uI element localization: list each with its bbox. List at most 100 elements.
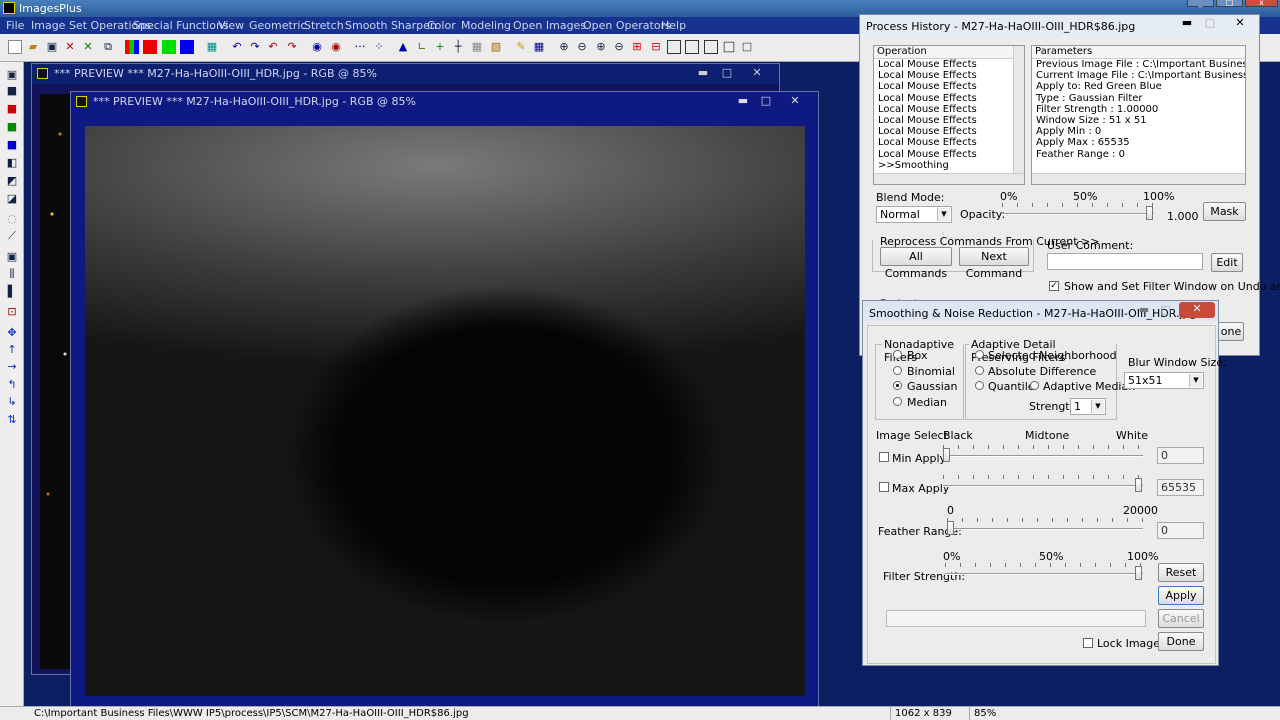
record-icon[interactable]: ◉ [310,40,324,54]
rgb-channels-icon[interactable] [125,40,139,54]
preview-back-close-button[interactable]: ✕ [748,66,766,80]
preview-back-maximize-button[interactable]: □ [718,66,736,80]
picture-icon[interactable]: ▨ [489,40,503,54]
flip-icon[interactable]: ⇅ [5,413,19,427]
zoom-out-icon[interactable]: ⊖ [575,40,589,54]
max-apply-slider[interactable] [943,475,1143,493]
menu-help[interactable]: Help [661,19,686,32]
mask-icon[interactable]: ◩ [5,174,19,188]
operation-item[interactable]: Local Mouse Effects [874,115,1024,126]
remove-box-icon[interactable]: ⊟ [649,40,663,54]
preview-back-minimize-button[interactable]: ▬ [694,66,712,80]
channel-mix-icon[interactable]: ◧ [5,156,19,170]
green-channel-icon[interactable] [162,40,176,54]
operation-hscrollbar[interactable] [874,173,1024,184]
adaptive-median-radio[interactable] [1030,381,1039,390]
smoothing-minimize-button[interactable]: ▬ [1135,303,1153,317]
menu-stretch[interactable]: Stretch [304,19,344,32]
window-2-icon[interactable] [685,40,699,54]
select-rect-icon[interactable]: ▣ [5,250,19,264]
rotate-right-icon[interactable]: ↳ [5,395,19,409]
dots-icon[interactable]: ··· [353,40,367,54]
window-4-icon[interactable] [723,41,735,53]
menu-file[interactable]: File [6,19,24,32]
preview-image-canvas[interactable] [85,126,805,696]
operation-item[interactable]: Local Mouse Effects [874,70,1024,81]
close-all-icon[interactable]: ✕ [81,40,95,54]
menu-color[interactable]: Color [427,19,456,32]
feather-range-slider-thumb[interactable] [947,521,954,535]
save-icon[interactable]: ▣ [45,40,59,54]
points-icon[interactable]: ⁘ [372,40,386,54]
menu-open-images[interactable]: Open Images [513,19,586,32]
rotate-left-icon[interactable]: ↰ [5,378,19,392]
arrow-up-icon[interactable]: ↑ [5,343,19,357]
operation-list[interactable]: Operation Local Mouse Effects Local Mous… [873,45,1025,185]
black-point-icon[interactable]: ■ [5,84,19,98]
copy-icon[interactable]: ⧉ [101,40,115,54]
preview-front-maximize-button[interactable]: □ [757,94,775,108]
next-command-button[interactable]: Next Command [959,247,1029,280]
smoothing-close-button[interactable]: ✕ [1179,302,1215,318]
close-icon[interactable]: ✕ [63,40,77,54]
move-icon[interactable]: ✥ [5,326,19,340]
done-button[interactable]: Done [1158,632,1204,651]
parameters-list[interactable]: Parameters Previous Image File : C:\Impo… [1031,45,1246,185]
gaussian-radio[interactable] [893,381,902,390]
record-red-icon[interactable]: ◉ [329,40,343,54]
window-3-icon[interactable] [704,40,718,54]
filter-strength-slider[interactable] [945,563,1143,581]
all-commands-button[interactable]: All Commands [880,247,952,280]
max-apply-checkbox[interactable] [879,482,889,492]
window-1-icon[interactable] [667,40,681,54]
operation-item[interactable]: Local Mouse Effects [874,126,1024,137]
app-minimize-button[interactable]: _ [1187,0,1214,7]
operation-item[interactable]: Local Mouse Effects [874,149,1024,160]
preview-front-close-button[interactable]: ✕ [786,94,804,108]
zoom-fit-icon[interactable]: ⊕ [594,40,608,54]
preview-front-minimize-button[interactable]: ▬ [734,94,752,108]
black-bar-icon[interactable]: ▌ [5,285,19,299]
zoom-actual-icon[interactable]: ⊖ [612,40,626,54]
operation-item[interactable]: Local Mouse Effects [874,93,1024,104]
selected-neighborhood-radio[interactable] [975,350,984,359]
feather-range-slider[interactable] [947,518,1143,536]
blend-mode-select[interactable]: Normal ▼ [876,206,952,223]
opacity-slider-thumb[interactable] [1146,206,1153,220]
operation-item[interactable]: Local Mouse Effects [874,104,1024,115]
histogram-icon[interactable]: ▲ [396,40,410,54]
undo-icon[interactable]: ↶ [230,40,244,54]
ph-close-button[interactable]: ✕ [1226,16,1254,30]
operation-vscrollbar[interactable] [1013,46,1024,174]
box-radio[interactable] [893,350,902,359]
open-folder-icon[interactable]: ▰ [26,40,40,54]
show-filter-checkbox[interactable]: ✓ [1049,281,1059,291]
operation-item-selected[interactable]: >>Smoothing [874,160,1024,171]
smoothing-maximize-button[interactable]: □ [1157,303,1175,317]
min-apply-slider-thumb[interactable] [943,448,950,462]
arrow-right-icon[interactable]: → [5,360,19,374]
blue-channel-icon[interactable] [180,40,194,54]
menu-view[interactable]: View [218,19,244,32]
blur-window-select[interactable]: 51x51 ▼ [1124,372,1204,389]
operation-item[interactable]: Local Mouse Effects [874,59,1024,70]
grid-icon[interactable]: ▦ [205,40,219,54]
brush-icon[interactable]: ⟋ [5,229,19,243]
table-icon[interactable]: ▦ [532,40,546,54]
menu-modeling[interactable]: Modeling [461,19,511,32]
grid-small-icon[interactable]: ▦ [470,40,484,54]
zoom-in-icon[interactable]: ⊕ [557,40,571,54]
operation-item[interactable]: Local Mouse Effects [874,137,1024,148]
min-apply-slider[interactable] [943,445,1143,463]
zoom-region-icon[interactable]: ⊡ [5,305,19,319]
opacity-slider[interactable] [1002,203,1154,221]
menu-geometric[interactable]: Geometric [249,19,306,32]
undo-all-icon[interactable]: ↶ [266,40,280,54]
lock-image-checkbox[interactable] [1083,638,1093,648]
invert-icon[interactable]: ◪ [5,192,19,206]
min-apply-checkbox[interactable] [879,452,889,462]
apply-button[interactable]: Apply [1158,586,1204,605]
ph-maximize-button[interactable]: □ [1201,16,1219,30]
median-radio[interactable] [893,397,902,406]
reset-button[interactable]: Reset [1158,563,1204,582]
